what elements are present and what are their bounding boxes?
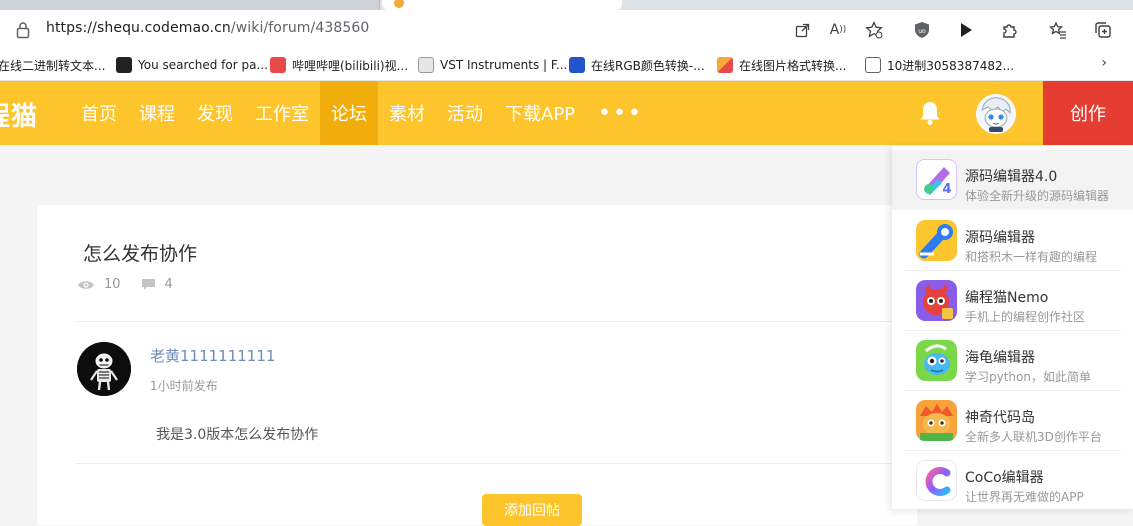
dropdown-item-name: 神奇代码岛: [965, 410, 1035, 426]
bookmark-item[interactable]: 在线图片格式转换...: [717, 55, 846, 75]
lock-icon: [16, 22, 30, 39]
download-favicon-icon: [270, 57, 286, 73]
nav-more-button[interactable]: •••: [586, 81, 655, 145]
post-card: 怎么发布协作 10 4 老黄1111111111 1小时前发布 我是3.0版本怎…: [37, 205, 917, 526]
author-avatar[interactable]: [77, 342, 131, 396]
bookmark-label: 哔哩哔哩(bilibili)视...: [292, 58, 409, 73]
main-nav: 首页 课程 发现 工作室 论坛 素材 活动 下载APP •••: [70, 81, 655, 145]
user-avatar[interactable]: [976, 94, 1016, 134]
create-button[interactable]: 创作: [1043, 81, 1133, 145]
bookmark-label: 在线二进制转文本...: [0, 58, 106, 73]
divider: [75, 321, 917, 322]
bookmarks-bar: 在线二进制转文本... You searched for pa... 哔哩哔哩(…: [0, 50, 1133, 81]
dropdown-item-name: CoCo编辑器: [965, 470, 1044, 486]
nav-item-download-app[interactable]: 下载APP: [494, 81, 586, 145]
bookmark-label: 在线图片格式转换...: [739, 58, 847, 73]
svg-text:4: 4: [942, 182, 951, 197]
dropdown-item-name: 源码编辑器: [965, 230, 1035, 246]
notification-bell-icon[interactable]: [918, 100, 942, 126]
url-host: https://shequ.codemao.cn: [46, 20, 231, 36]
views-stat: 10: [77, 277, 121, 292]
site-header: 程猫 首页 课程 发现 工作室 论坛 素材 活动 下载APP ••• 创作: [0, 81, 1133, 145]
nemo-icon: [916, 280, 957, 321]
kitten4-icon: 4: [916, 159, 957, 200]
bookmark-label: VST Instruments | F...: [440, 58, 568, 72]
open-in-app-icon[interactable]: [791, 19, 813, 41]
dropdown-item-desc: 和搭积木一样有趣的编程: [965, 250, 1098, 264]
nav-item-discover[interactable]: 发现: [186, 81, 244, 145]
url-path: /wiki/forum/438560: [230, 20, 370, 36]
browser-tabstrip: [0, 0, 1133, 10]
dropdown-item-kitten4[interactable]: 4 源码编辑器4.0 体验全新升级的源码编辑器: [892, 150, 1133, 210]
dropdown-item-name: 编程猫Nemo: [965, 290, 1049, 306]
collections-icon[interactable]: [1092, 19, 1114, 41]
nav-item-events[interactable]: 活动: [436, 81, 494, 145]
favorites-list-icon[interactable]: [1047, 19, 1069, 41]
bookmark-label: You searched for pa...: [138, 58, 268, 72]
coco-icon: [916, 460, 957, 501]
dropdown-item-nemo[interactable]: 编程猫Nemo 手机上的编程创作社区: [892, 271, 1133, 331]
divider: [75, 463, 917, 464]
dropdown-item-turtle[interactable]: 海龟编辑器 学习python，如此简单: [892, 331, 1133, 391]
nav-item-home[interactable]: 首页: [70, 81, 128, 145]
image-convert-favicon-icon: [717, 57, 733, 73]
bookmark-item[interactable]: 在线RGB颜色转换-...: [569, 55, 705, 75]
dropdown-item-kitten[interactable]: 源码编辑器 和搭积木一样有趣的编程: [892, 211, 1133, 271]
url-field[interactable]: https://shequ.codemao.cn/wiki/forum/4385…: [46, 20, 369, 36]
dropdown-item-name: 源码编辑器4.0: [965, 169, 1058, 185]
nav-item-courses[interactable]: 课程: [128, 81, 186, 145]
nav-item-materials[interactable]: 素材: [378, 81, 436, 145]
address-bar: https://shequ.codemao.cn/wiki/forum/4385…: [0, 10, 1133, 50]
bookmark-item[interactable]: VST Instruments | F...: [418, 55, 567, 75]
dropdown-item-desc: 让世界再无难做的APP: [965, 490, 1084, 504]
read-aloud-icon[interactable]: A)): [827, 19, 849, 41]
dropdown-item-desc: 全新多人联机3D创作平台: [965, 430, 1102, 444]
play-icon[interactable]: [955, 19, 977, 41]
comments-count: 4: [164, 277, 173, 292]
create-dropdown: 4 源码编辑器4.0 体验全新升级的源码编辑器 源码编辑器 和搭积木一样有趣的编…: [892, 146, 1133, 509]
vst-favicon-icon: [418, 57, 434, 73]
dropdown-item-desc: 学习python，如此简单: [965, 370, 1091, 384]
nav-item-forum[interactable]: 论坛: [320, 81, 378, 145]
views-count: 10: [104, 277, 121, 292]
add-reply-button[interactable]: 添加回帖: [482, 494, 582, 526]
bookmark-item[interactable]: 在线二进制转文本...: [0, 55, 105, 75]
dropdown-item-desc: 手机上的编程创作社区: [965, 310, 1086, 324]
svg-text:uo: uo: [918, 28, 926, 35]
dropdown-item-coco[interactable]: CoCo编辑器 让世界再无难做的APP: [892, 451, 1133, 511]
code-island-icon: [916, 400, 957, 441]
dropdown-item-name: 海龟编辑器: [965, 350, 1035, 366]
chevron-right-icon[interactable]: ›: [1101, 55, 1107, 71]
browser-tab-inactive[interactable]: [0, 0, 380, 10]
comments-stat: 4: [141, 277, 173, 292]
nnk-favicon-icon: [569, 57, 585, 73]
nav-item-studio[interactable]: 工作室: [244, 81, 320, 145]
browser-tab-active[interactable]: [382, 0, 622, 10]
ublock-shield-icon[interactable]: uo: [911, 19, 933, 41]
bookmark-item[interactable]: 10进制3058387482...: [865, 55, 1014, 75]
kitten-icon: [916, 220, 957, 261]
bookmark-item[interactable]: You searched for pa...: [116, 55, 268, 75]
author-name[interactable]: 老黄1111111111: [150, 345, 275, 366]
dsk-favicon-icon: [116, 57, 132, 73]
bookmark-label: 10进制3058387482...: [887, 58, 1015, 73]
eye-icon: [78, 280, 94, 289]
bookmark-item[interactable]: 哔哩哔哩(bilibili)视...: [270, 55, 408, 75]
post-body: 我是3.0版本怎么发布协作: [156, 427, 319, 443]
bookmark-label: 在线RGB颜色转换-...: [591, 58, 705, 73]
dropdown-item-code-island[interactable]: 神奇代码岛 全新多人联机3D创作平台: [892, 391, 1133, 451]
extensions-puzzle-icon[interactable]: [999, 19, 1021, 41]
dropdown-item-desc: 体验全新升级的源码编辑器: [965, 189, 1110, 203]
post-stats: 10 4: [77, 277, 193, 292]
turtle-icon: [916, 340, 957, 381]
comment-icon: [141, 279, 155, 290]
favorite-star-icon[interactable]: [863, 19, 885, 41]
site-logo[interactable]: 程猫: [0, 96, 38, 133]
post-time: 1小时前发布: [150, 379, 218, 393]
page-favicon-icon: [865, 57, 881, 73]
tab-favicon: [394, 0, 404, 8]
post-title: 怎么发布协作: [83, 243, 198, 265]
